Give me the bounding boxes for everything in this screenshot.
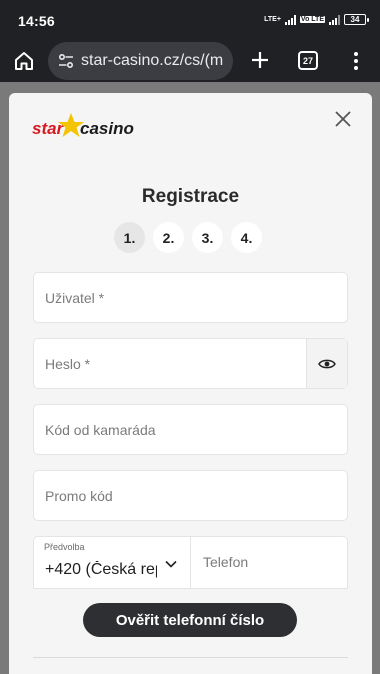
verify-phone-button[interactable]: Ověřit telefonní číslo [83,603,297,637]
promo-placeholder: Promo kód [45,487,113,504]
username-field[interactable]: Uživatel * [33,272,348,323]
step-4: 4. [231,222,262,253]
country-prefix-select[interactable]: Předvolba +420 (Česká republika) [34,537,191,588]
divider [33,657,348,658]
page-title: Registrace [141,186,240,207]
status-time: 14:56 [18,13,55,29]
home-icon[interactable] [12,49,36,73]
prefix-label: Předvolba [44,542,85,552]
eye-icon [318,359,336,368]
step-2: 2. [153,222,184,253]
svg-text:star: star [32,119,65,138]
page-overlay: star casino Registrace 1. 2. 3. 4. Uživa… [0,82,380,674]
address-bar[interactable]: star-casino.cz/cs/(m [48,42,233,80]
browser-toolbar: star-casino.cz/cs/(m 27 [0,40,380,82]
signal-icon [284,14,296,25]
starcasino-logo: star casino [32,113,134,138]
status-icons: LTE+ Vo LTE 34 [264,14,369,25]
battery-level: 34 [350,15,360,24]
phone-row: Předvolba +420 (Česká republika) Telefon [33,536,348,589]
password-placeholder: Heslo * [45,355,91,372]
step-1: 1. [114,222,145,253]
promo-code-field[interactable]: Promo kód [33,470,348,521]
signal-icon-2 [329,14,340,25]
prefix-value: +420 (Česká republika) [45,561,157,578]
volte-label: Vo LTE [299,16,325,23]
username-placeholder: Uživatel * [45,289,105,306]
close-icon[interactable] [333,109,353,129]
chevron-down-icon [165,560,177,568]
registration-modal: star casino Registrace 1. 2. 3. 4. Uživa… [9,93,372,674]
step-indicator: 1. 2. 3. 4. [114,222,262,253]
referral-placeholder: Kód od kamaráda [45,421,156,438]
referral-code-field[interactable]: Kód od kamaráda [33,404,348,455]
step-3: 3. [192,222,223,253]
more-vert-icon[interactable] [348,50,364,72]
site-settings-icon[interactable] [57,52,75,70]
show-password-button[interactable] [306,339,347,388]
tabs-count: 27 [302,55,313,66]
svg-text:casino: casino [80,119,134,138]
new-tab-plus-icon[interactable] [249,49,271,71]
network-type-label: LTE+ [264,16,281,23]
phone-input[interactable]: Telefon [203,554,248,570]
url-text[interactable]: star-casino.cz/cs/(m [81,52,223,70]
password-field[interactable]: Heslo * [33,338,348,389]
status-bar: 14:56 LTE+ Vo LTE 34 [0,0,380,40]
battery-icon: 34 [344,14,369,25]
tabs-count-button[interactable]: 27 [298,51,318,70]
